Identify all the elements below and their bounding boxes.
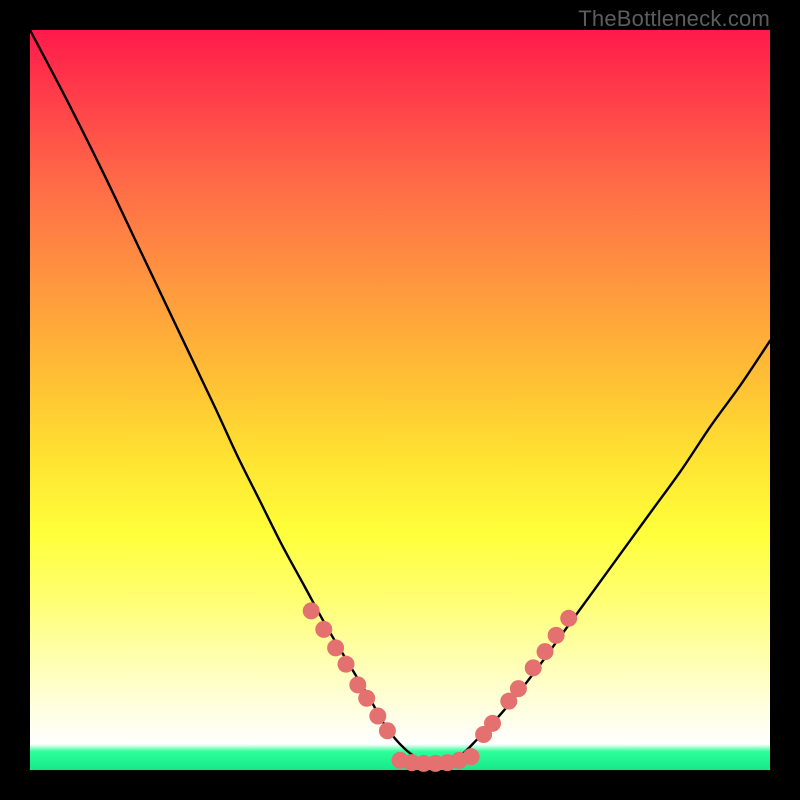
data-marker xyxy=(358,690,375,707)
data-marker xyxy=(560,610,577,627)
data-marker xyxy=(315,621,332,638)
marker-group xyxy=(303,602,578,771)
data-marker xyxy=(525,659,542,676)
data-marker xyxy=(337,656,354,673)
plot-area xyxy=(30,30,770,770)
data-marker xyxy=(484,715,501,732)
data-marker xyxy=(379,722,396,739)
data-marker xyxy=(369,707,386,724)
bottleneck-curve xyxy=(30,30,770,763)
chart-svg xyxy=(30,30,770,770)
data-marker xyxy=(537,643,554,660)
data-marker xyxy=(548,627,565,644)
data-marker xyxy=(510,680,527,697)
data-marker xyxy=(463,748,480,765)
data-marker xyxy=(303,602,320,619)
chart-stage: TheBottleneck.com xyxy=(0,0,800,800)
data-marker xyxy=(327,639,344,656)
watermark-label: TheBottleneck.com xyxy=(578,6,770,32)
